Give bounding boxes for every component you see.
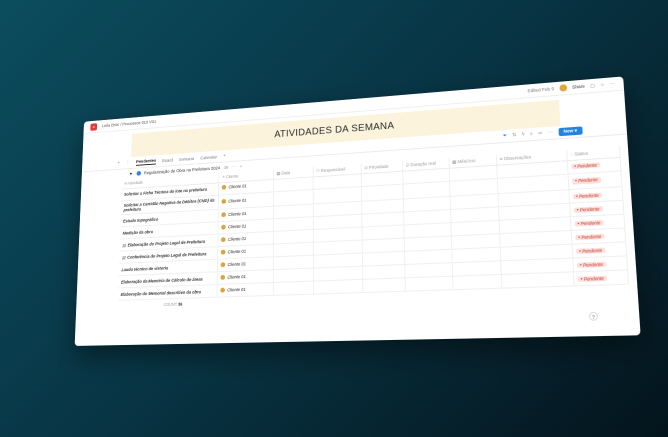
status-badge: Pendente: [575, 233, 605, 240]
activity-text: Solicitar a Ficha Técnica do lote na pre…: [124, 187, 207, 197]
group-color-dot: [136, 171, 140, 176]
cell-duracao[interactable]: [405, 277, 453, 292]
help-icon[interactable]: ?: [589, 312, 599, 321]
cell-mes-ano[interactable]: [452, 275, 501, 290]
group-more-icon[interactable]: ⋯: [232, 164, 236, 170]
more-icon[interactable]: ⋯: [610, 81, 615, 87]
status-badge: Pendente: [572, 192, 602, 199]
cell-activity[interactable]: Elaboração do Memorial descritivo da obr…: [118, 285, 217, 301]
client-page-icon: [221, 237, 226, 242]
activity-text: Estudo topográfico: [123, 217, 158, 224]
status-badge: Pendente: [576, 261, 606, 268]
status-badge: Pendente: [575, 247, 605, 254]
tab-calendar[interactable]: Calendar: [200, 154, 217, 160]
app-window: N Leila Brito / Processos 010 V01 Edited…: [75, 76, 641, 346]
count-value: 36: [178, 302, 182, 307]
client-text: Cliente 01: [228, 211, 246, 217]
tab-board[interactable]: Board: [162, 157, 173, 162]
cell-client[interactable]: Cliente 01: [217, 283, 273, 298]
status-badge: Pendente: [572, 177, 602, 185]
group-add-icon[interactable]: +: [240, 164, 242, 169]
client-text: Cliente 01: [228, 197, 246, 203]
client-text: Cliente 01: [227, 287, 245, 293]
count-label: COUNT: [164, 302, 177, 307]
sort-icon[interactable]: ⇅: [512, 132, 517, 138]
activity-text: Medição da obra: [123, 229, 153, 235]
avatar[interactable]: [559, 84, 567, 92]
page-title: ATIVIDADES DA SEMANA: [274, 120, 394, 140]
status-badge: Pendente: [577, 275, 607, 282]
tab-semana[interactable]: Semana: [179, 156, 194, 162]
client-page-icon: [220, 250, 225, 255]
client-page-icon: [220, 288, 225, 293]
link-icon[interactable]: ∞: [538, 130, 542, 136]
document-icon: ▤: [122, 243, 126, 248]
status-badge: Pendente: [571, 162, 601, 170]
activity-text: Elaboração da Memória de Cálculo de área…: [121, 276, 203, 284]
cell-prioridade[interactable]: [362, 278, 405, 293]
drag-handle-icon[interactable]: ⋮: [126, 160, 130, 166]
client-text: Cliente 01: [228, 224, 246, 230]
lightning-icon[interactable]: ϟ: [522, 132, 525, 138]
document-icon: ▤: [122, 255, 126, 260]
cell-data[interactable]: [273, 281, 313, 295]
status-badge: Pendente: [574, 219, 604, 226]
new-button[interactable]: New ▾: [558, 126, 583, 136]
client-page-icon: [220, 275, 225, 280]
activity-text: Elaboração do Projeto Legal de Prefeitur…: [128, 239, 206, 247]
cell-responsavel[interactable]: [313, 280, 362, 295]
activity-text: Conferência do Projeto Legal de Prefeitu…: [127, 251, 206, 259]
add-icon[interactable]: +: [117, 161, 120, 167]
top-right-actions: Edited Feb 9 Share ▢ ☆ ⋯: [527, 80, 615, 94]
client-text: Cliente 01: [228, 249, 246, 255]
search-icon[interactable]: ⌕: [530, 131, 533, 137]
client-text: Cliente 01: [227, 274, 245, 280]
comment-icon[interactable]: ▢: [590, 82, 595, 88]
add-view-icon[interactable]: +: [223, 153, 226, 159]
edited-timestamp: Edited Feb 9: [528, 86, 555, 93]
workspace-logo-icon[interactable]: N: [90, 123, 97, 131]
client-text: Cliente 01: [228, 184, 246, 190]
client-text: Cliente 01: [228, 261, 246, 267]
client-page-icon: [221, 185, 226, 190]
tab-pendentes[interactable]: Pendentes: [136, 158, 156, 166]
activity-text: Laudo técnico de vistoria: [121, 265, 168, 272]
group-count: 36: [224, 165, 229, 170]
breadcrumb[interactable]: Leila Brito / Processos 010 V01: [102, 119, 156, 128]
activity-text: Elaboração do Memorial descritivo da obr…: [121, 289, 201, 297]
cell-status[interactable]: Pendente: [573, 270, 628, 286]
new-button-label: New: [563, 128, 573, 134]
status-badge: Pendente: [573, 206, 603, 213]
client-page-icon: [221, 225, 226, 230]
filter-icon[interactable]: ⏷: [503, 133, 507, 139]
background-stage: N Leila Brito / Processos 010 V01 Edited…: [0, 0, 668, 437]
star-icon[interactable]: ☆: [600, 82, 605, 88]
cell-observacoes[interactable]: [501, 272, 574, 288]
share-button[interactable]: Share: [572, 84, 585, 90]
client-page-icon: [220, 262, 225, 267]
more-options-icon[interactable]: ⋯: [547, 130, 553, 136]
client-page-icon: [221, 212, 226, 217]
client-text: Cliente 01: [228, 236, 246, 242]
client-page-icon: [221, 199, 226, 204]
collapse-icon[interactable]: ▼: [129, 172, 133, 177]
